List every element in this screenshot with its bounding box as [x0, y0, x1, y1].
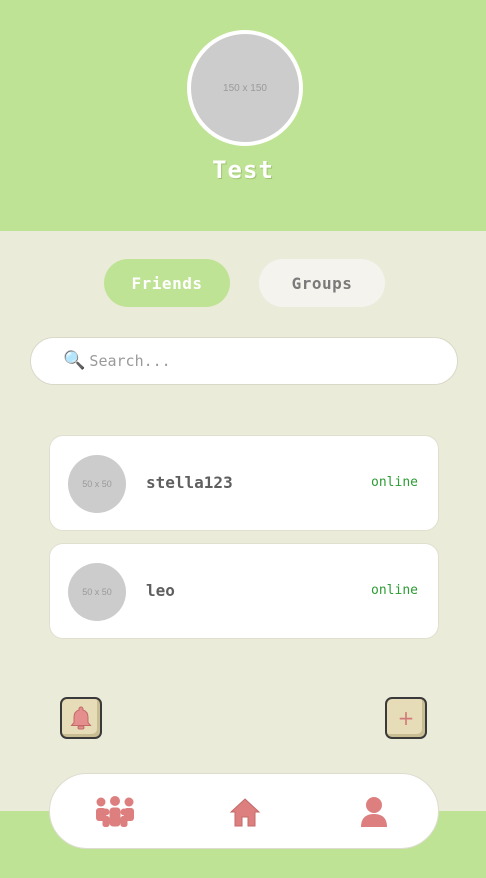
nav-home-button[interactable] [223, 792, 267, 832]
profile-icon [361, 797, 387, 827]
plus-icon: + [397, 706, 415, 730]
avatar-placeholder-text: 50 x 50 [82, 479, 112, 489]
nav-friends-button[interactable] [93, 792, 137, 832]
friend-name: leo [146, 581, 175, 600]
friend-avatar: 50 x 50 [68, 455, 126, 513]
bell-icon [70, 706, 92, 730]
profile-header: 150 x 150 Test [0, 0, 486, 231]
notifications-button[interactable] [60, 697, 102, 739]
profile-username: Test [212, 156, 274, 184]
friends-icon [96, 796, 134, 827]
tab-groups[interactable]: Groups [259, 259, 385, 307]
magnifier-icon: 🔍 [63, 350, 86, 371]
friend-list-item[interactable]: 50 x 50 stella123 online [49, 435, 439, 531]
friend-name: stella123 [146, 473, 233, 492]
friend-status: online [371, 583, 418, 598]
search-input[interactable] [87, 351, 452, 371]
avatar-placeholder-text: 150 x 150 [223, 82, 267, 94]
add-friend-button[interactable]: + [385, 697, 427, 739]
profile-avatar[interactable]: 150 x 150 [187, 30, 303, 146]
avatar-placeholder-text: 50 x 50 [82, 587, 112, 597]
nav-profile-button[interactable] [352, 792, 396, 832]
friend-status: online [371, 475, 418, 490]
tab-friends[interactable]: Friends [104, 259, 230, 307]
search-bar[interactable]: 🔍 [30, 337, 458, 385]
bottom-navigation [49, 773, 439, 849]
friend-avatar: 50 x 50 [68, 563, 126, 621]
home-icon [229, 798, 261, 827]
friend-list-item[interactable]: 50 x 50 leo online [49, 543, 439, 639]
